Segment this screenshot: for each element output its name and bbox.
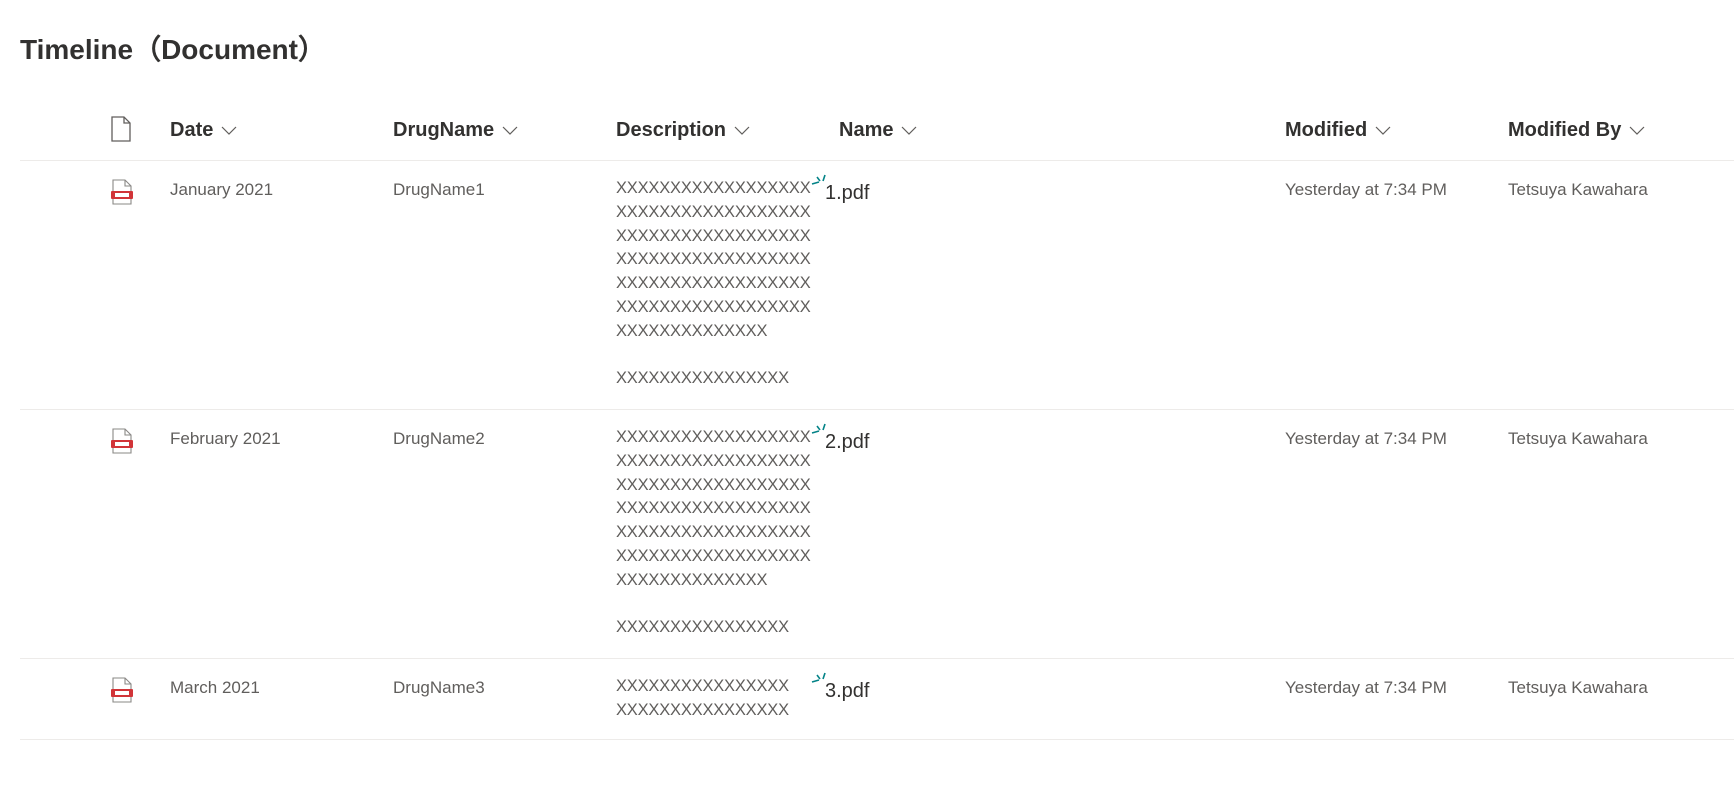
column-header-description-label: Description — [616, 119, 727, 141]
column-header-date[interactable]: Date — [170, 101, 237, 160]
chevron-down-icon — [1375, 126, 1391, 136]
cell-modified-by[interactable]: Tetsuya Kawahara — [1508, 676, 1648, 700]
pdf-file-icon — [111, 179, 133, 205]
chevron-down-icon — [221, 126, 237, 136]
column-header-modified-by[interactable]: Modified By — [1508, 101, 1645, 160]
document-icon[interactable] — [109, 115, 133, 143]
column-header-drugname-label: DrugName — [393, 119, 495, 141]
list-row[interactable]: February 2021 DrugName2 XXXXXXXXXXXXXXXX… — [20, 410, 1734, 659]
new-item-sparkle-icon — [811, 174, 826, 185]
pdf-file-icon — [111, 677, 133, 703]
new-item-sparkle-icon — [811, 423, 826, 434]
file-name-link[interactable]: 3.pdf — [825, 674, 869, 703]
cell-modified: Yesterday at 7:34 PM — [1285, 180, 1447, 199]
chevron-down-icon — [502, 126, 518, 136]
cell-modified-by[interactable]: Tetsuya Kawahara — [1508, 427, 1648, 451]
cell-name: 3.pdf — [811, 672, 869, 703]
column-header-row: Date DrugName Description Name Modified — [20, 101, 1734, 161]
cell-date: January 2021 — [170, 180, 274, 199]
cell-modified-by[interactable]: Tetsuya Kawahara — [1508, 178, 1648, 202]
cell-modified: Yesterday at 7:34 PM — [1285, 678, 1447, 697]
cell-name: 2.pdf — [811, 423, 869, 454]
cell-drugname: DrugName2 — [393, 429, 485, 448]
cell-name: 1.pdf — [811, 174, 869, 205]
column-header-description[interactable]: Description — [616, 101, 750, 160]
cell-date: March 2021 — [170, 678, 260, 697]
column-header-name-label: Name — [839, 119, 894, 141]
page-title: Timeline（Document） — [20, 34, 326, 65]
list-row[interactable]: January 2021 DrugName1 XXXXXXXXXXXXXXXXX… — [20, 161, 1734, 410]
cell-description: XXXXXXXXXXXXXXXXXX XXXXXXXXXXXXXXXXXX XX… — [616, 428, 811, 637]
cell-drugname: DrugName3 — [393, 678, 485, 697]
cell-drugname: DrugName1 — [393, 180, 485, 199]
column-header-modified-by-label: Modified By — [1508, 119, 1622, 141]
file-name-link[interactable]: 2.pdf — [825, 425, 869, 454]
cell-date: February 2021 — [170, 429, 281, 448]
file-name-link[interactable]: 1.pdf — [825, 176, 869, 205]
column-header-modified[interactable]: Modified — [1285, 101, 1391, 160]
column-header-name[interactable]: Name — [839, 101, 917, 160]
chevron-down-icon — [734, 126, 750, 136]
chevron-down-icon — [1629, 126, 1645, 136]
column-header-date-label: Date — [170, 119, 214, 141]
pdf-file-icon — [111, 428, 133, 454]
document-list: Date DrugName Description Name Modified — [20, 101, 1734, 740]
chevron-down-icon — [901, 126, 917, 136]
cell-description: XXXXXXXXXXXXXXXX XXXXXXXXXXXXXXXX — [616, 677, 789, 719]
cell-description: XXXXXXXXXXXXXXXXXX XXXXXXXXXXXXXXXXXX XX… — [616, 179, 811, 388]
cell-modified: Yesterday at 7:34 PM — [1285, 429, 1447, 448]
column-header-modified-label: Modified — [1285, 119, 1368, 141]
column-header-drugname[interactable]: DrugName — [393, 101, 518, 160]
list-row[interactable]: March 2021 DrugName3 XXXXXXXXXXXXXXXX XX… — [20, 659, 1734, 740]
new-item-sparkle-icon — [811, 672, 826, 683]
